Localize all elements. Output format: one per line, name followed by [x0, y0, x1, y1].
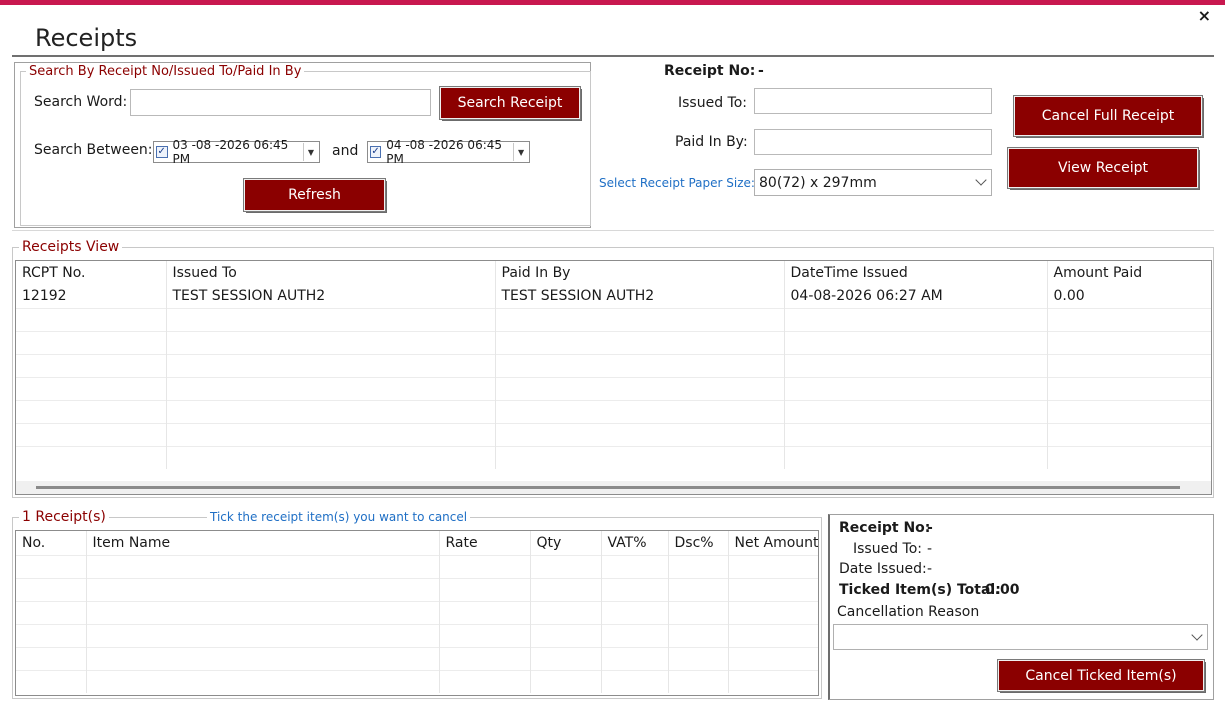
panel-date-issued-label: Date Issued:	[839, 561, 927, 577]
receipt-no-value: -	[758, 63, 764, 79]
refresh-button[interactable]: Refresh	[243, 178, 386, 212]
paper-size-value: 80(72) x 297mm	[759, 174, 877, 191]
receipt-count-label: 1 Receipt(s)	[19, 509, 109, 525]
horizontal-scrollbar[interactable]	[16, 481, 1211, 494]
chevron-down-icon	[975, 174, 987, 186]
empty-row	[16, 422, 1211, 446]
cancel-full-receipt-button[interactable]: Cancel Full Receipt	[1013, 95, 1203, 137]
empty-row	[16, 399, 1211, 423]
search-group-legend: Search By Receipt No/Issued To/Paid In B…	[26, 64, 305, 79]
close-icon[interactable]: ×	[1198, 8, 1211, 24]
empty-row	[16, 445, 1211, 469]
tick-items-hint: Tick the receipt item(s) you want to can…	[207, 510, 471, 524]
empty-row	[16, 376, 1211, 400]
empty-row	[16, 577, 818, 601]
chevron-down-icon[interactable]: ▼	[302, 143, 318, 161]
column-header[interactable]: RCPT No.	[16, 261, 167, 285]
amount-paid-cell[interactable]: 0.00	[1047, 285, 1211, 308]
issued-to-field[interactable]	[754, 88, 992, 114]
search-word-input[interactable]	[130, 89, 431, 116]
panel-issued-to-value: -	[927, 541, 933, 557]
table-row[interactable]: 12192 TEST SESSION AUTH2 TEST SESSION AU…	[16, 285, 1211, 308]
issued-to-label: Issued To:	[678, 95, 747, 111]
search-receipt-button[interactable]: Search Receipt	[439, 86, 581, 120]
chevron-down-icon[interactable]: ▼	[513, 143, 528, 161]
search-word-label: Search Word:	[34, 94, 128, 110]
paper-size-label: Select Receipt Paper Size:	[599, 176, 755, 190]
items-header-row: No. Item Name Rate Qty VAT% Dsc% Net Amo…	[16, 531, 818, 555]
to-date-picker[interactable]: ✓ 04 -08 -2026 06:45 PM ▼	[367, 138, 530, 166]
from-date-picker[interactable]: ✓ 03 -08 -2026 06:45 PM ▼	[153, 138, 320, 166]
from-date-checkbox-icon[interactable]: ✓	[156, 146, 168, 158]
ticked-total-label: Ticked Item(s) Total:	[839, 582, 1001, 598]
empty-row	[16, 669, 818, 693]
empty-row	[16, 623, 818, 647]
column-header[interactable]: Paid In By	[495, 261, 785, 285]
cancellation-reason-select[interactable]	[833, 624, 1208, 650]
to-date-value: 04 -08 -2026 06:45 PM	[386, 138, 503, 166]
window-accent-bar	[0, 0, 1225, 5]
datetime-issued-cell[interactable]: 04-08-2026 06:27 AM	[784, 285, 1048, 308]
search-between-label: Search Between:	[34, 142, 153, 158]
to-date-checkbox-icon[interactable]: ✓	[370, 146, 382, 158]
paid-in-by-field[interactable]	[754, 129, 992, 155]
column-header[interactable]: VAT%	[601, 531, 669, 555]
paper-size-select[interactable]: 80(72) x 297mm	[754, 169, 992, 196]
panel-receipt-no-value: -	[927, 520, 933, 536]
section-divider	[12, 230, 1214, 231]
panel-issued-to-label: Issued To:	[853, 541, 922, 557]
paid-in-by-cell[interactable]: TEST SESSION AUTH2	[495, 285, 785, 308]
column-header[interactable]: Rate	[439, 531, 531, 555]
items-table: No. Item Name Rate Qty VAT% Dsc% Net Amo…	[16, 531, 818, 693]
cancel-ticked-items-button[interactable]: Cancel Ticked Item(s)	[997, 659, 1205, 692]
page-title: Receipts	[35, 24, 138, 52]
ticked-total-value: 0.00	[985, 582, 1020, 598]
panel-receipt-no-label: Receipt No:	[839, 520, 931, 536]
empty-row	[16, 307, 1211, 331]
column-header[interactable]: Qty	[530, 531, 602, 555]
paid-in-by-label: Paid In By:	[675, 134, 748, 150]
cancellation-reason-label: Cancellation Reason	[837, 604, 980, 620]
items-grid: No. Item Name Rate Qty VAT% Dsc% Net Amo…	[15, 530, 819, 696]
column-header[interactable]: Item Name	[86, 531, 440, 555]
empty-row	[16, 600, 818, 624]
column-header[interactable]: Amount Paid	[1047, 261, 1211, 285]
column-header[interactable]: Net Amount	[728, 531, 819, 555]
title-divider	[12, 55, 1214, 57]
column-header[interactable]: No.	[16, 531, 87, 555]
receipts-grid: RCPT No. Issued To Paid In By DateTime I…	[15, 260, 1212, 495]
column-header[interactable]: DateTime Issued	[784, 261, 1048, 285]
empty-row	[16, 554, 818, 578]
chevron-down-icon	[1191, 628, 1203, 641]
rcpt-no-cell[interactable]: 12192	[16, 285, 167, 308]
from-date-value: 03 -08 -2026 06:45 PM	[172, 138, 289, 166]
panel-date-issued-value: -	[927, 561, 933, 577]
view-receipt-button[interactable]: View Receipt	[1007, 147, 1199, 189]
issued-to-cell[interactable]: TEST SESSION AUTH2	[166, 285, 496, 308]
empty-row	[16, 646, 818, 670]
scrollbar-thumb[interactable]	[36, 486, 1180, 489]
column-header[interactable]: Issued To	[166, 261, 496, 285]
empty-row	[16, 353, 1211, 377]
and-label: and	[332, 143, 359, 159]
column-header[interactable]: Dsc%	[668, 531, 729, 555]
empty-row	[16, 330, 1211, 354]
receipt-no-label: Receipt No:	[664, 63, 756, 79]
receipts-view-legend: Receipts View	[19, 239, 123, 255]
receipts-table: RCPT No. Issued To Paid In By DateTime I…	[16, 261, 1211, 469]
receipts-header-row: RCPT No. Issued To Paid In By DateTime I…	[16, 261, 1211, 285]
